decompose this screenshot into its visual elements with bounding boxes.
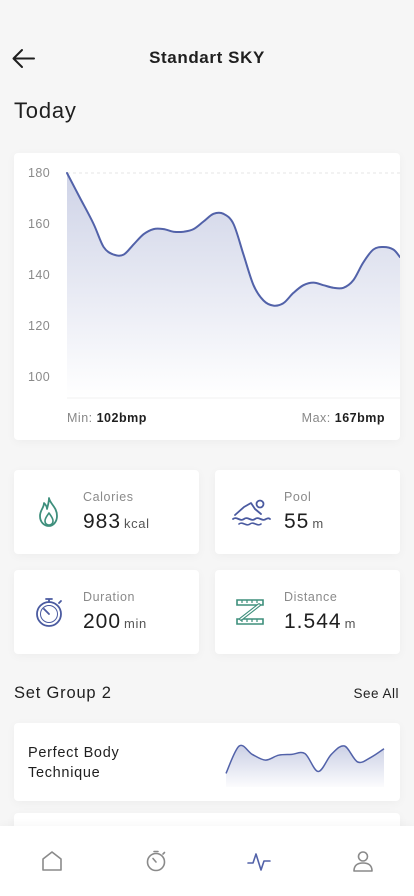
profile-icon[interactable]	[350, 848, 376, 874]
home-icon[interactable]	[39, 848, 65, 874]
stat-label: Duration	[83, 590, 136, 604]
stat-label: Pool	[284, 490, 312, 504]
group-card[interactable]: Perfect Body Technique	[14, 723, 400, 801]
page-title: Standart SKY	[149, 48, 265, 67]
timer-icon[interactable]	[143, 848, 169, 874]
max-value: 167bmp	[334, 411, 385, 425]
group-sparkline	[225, 744, 385, 787]
min-readout: Min: 102bmp	[67, 411, 147, 425]
swimmer-icon	[232, 499, 271, 526]
max-label: Max:	[301, 411, 331, 425]
activity-icon[interactable]	[246, 848, 272, 874]
stat-unit: kcal	[124, 516, 150, 531]
chart-area-fill	[67, 173, 400, 398]
section-title: Set Group 2	[14, 684, 112, 702]
stat-card-pool[interactable]: Pool 55 m	[215, 470, 400, 554]
stat-unit: m	[312, 516, 324, 531]
max-readout: Max: 167bmp	[302, 411, 385, 425]
heart-rate-chart-card: 180 160 140 120 100 Min: 102bmp Max: 167…	[14, 153, 400, 440]
stat-value: 55 m	[284, 510, 324, 534]
min-label: Min:	[67, 411, 93, 425]
stopwatch-icon	[36, 598, 62, 627]
stat-number: 1.544	[284, 610, 342, 633]
stat-unit: m	[344, 616, 356, 631]
group-name: Perfect Body Technique	[28, 745, 120, 781]
stat-label: Distance	[284, 590, 338, 604]
header: Standart SKY	[0, 0, 414, 110]
stat-card-calories[interactable]: Calories 983 kcal	[14, 470, 199, 554]
min-value: 102bmp	[96, 411, 147, 425]
ruler-icon	[236, 599, 264, 625]
stat-number: 200	[83, 610, 122, 633]
stat-unit: min	[124, 616, 147, 631]
stat-number: 55	[284, 510, 310, 533]
stat-card-distance[interactable]: Distance 1.544 m	[215, 570, 400, 654]
today-heading: Today	[14, 98, 77, 123]
bottom-tab-bar	[0, 826, 414, 896]
stat-value: 200 min	[83, 610, 147, 634]
heart-rate-chart	[66, 172, 400, 399]
stat-value: 983 kcal	[83, 510, 150, 534]
see-all-link[interactable]: See All	[353, 686, 399, 701]
stat-label: Calories	[83, 490, 134, 504]
stat-value: 1.544 m	[284, 610, 356, 634]
flame-icon	[39, 497, 58, 527]
stat-card-duration[interactable]: Duration 200 min	[14, 570, 199, 654]
stat-number: 983	[83, 510, 122, 533]
